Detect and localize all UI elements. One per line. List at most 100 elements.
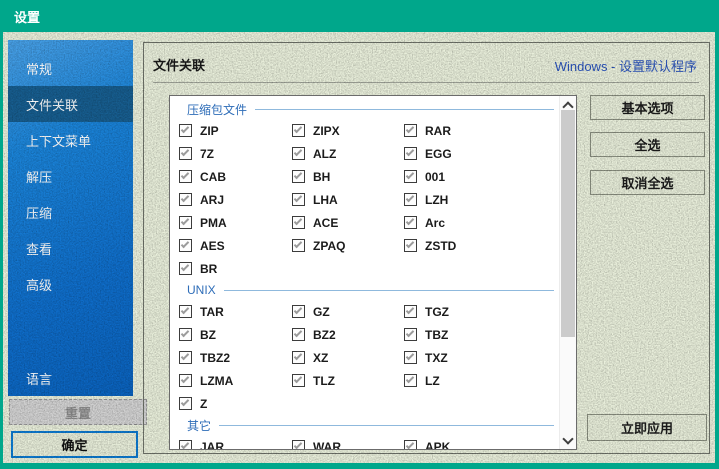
apply-now-button[interactable]: 立即应用 [587,414,707,441]
group-header-archive: 压缩包文件 [170,99,559,119]
sidebar-item-language[interactable]: 语言 [8,360,133,396]
extension-checkbox-bh[interactable]: BH [292,165,404,188]
content-panel: 文件关联 Windows - 设置默认程序 压缩包文件ZIPZIPXRAR7ZA… [143,42,710,454]
extension-label: GZ [313,305,330,319]
select-all-button[interactable]: 全选 [590,132,705,157]
extension-checkbox-tar[interactable]: TAR [179,300,292,323]
extension-checkbox-apk[interactable]: APK [404,435,559,449]
checkbox-checked-icon [292,170,305,183]
sidebar-item-advanced[interactable]: 高级 [8,266,133,302]
checkbox-checked-icon [179,397,192,410]
extension-checkbox-001[interactable]: 001 [404,165,559,188]
deselect-all-button[interactable]: 取消全选 [590,170,705,195]
extension-checkbox-bz2[interactable]: BZ2 [292,323,404,346]
extension-label: EGG [425,147,452,161]
scrollbar-thumb[interactable] [561,110,575,337]
extension-checkbox-arc[interactable]: Arc [404,211,559,234]
checkbox-checked-icon [404,193,417,206]
extension-checkbox-lzma[interactable]: LZMA [179,369,292,392]
extension-checkbox-tlz[interactable]: TLZ [292,369,404,392]
group-label: 压缩包文件 [187,101,247,118]
extension-checkbox-cab[interactable]: CAB [179,165,292,188]
group-grid-archive: ZIP ZIPXRAR 7Z ALZ EGG CAB BH 001 ARJ LHA LZH PMA AC… [170,119,559,280]
basic-options-button[interactable]: 基本选项 [590,95,705,120]
extension-label: BH [313,170,330,184]
ok-button[interactable]: 确定 [11,431,138,458]
extension-label: TBZ [425,328,448,342]
extension-label: PMA [200,216,227,230]
checkbox-checked-icon [179,374,192,387]
extension-checkbox-egg[interactable]: EGG [404,142,559,165]
extension-checkbox-aes[interactable]: AES [179,234,292,257]
checkbox-checked-icon [292,351,305,364]
extension-checkbox-txz[interactable]: TXZ [404,346,559,369]
extension-label: ACE [313,216,338,230]
extension-label: 7Z [200,147,214,161]
extension-checkbox-br[interactable]: BR [179,257,292,280]
extension-checkbox-pma[interactable]: PMA [179,211,292,234]
sidebar-item-context-menu[interactable]: 上下文菜单 [8,122,133,158]
checkbox-checked-icon [179,170,192,183]
extension-label: TGZ [425,305,449,319]
extension-checkbox-zpaq[interactable]: ZPAQ [292,234,404,257]
group-header-unix: UNIX [170,280,559,300]
group-divider [224,290,554,291]
extension-label: LZH [425,193,448,207]
sidebar-item-file-association[interactable]: 文件关联 [8,86,133,122]
checkbox-checked-icon [292,328,305,341]
scroll-down-button[interactable] [560,432,576,449]
extension-label: ALZ [313,147,336,161]
extension-checkbox-7z[interactable]: 7Z [179,142,292,165]
checkbox-checked-icon [404,124,417,137]
sidebar-item-view[interactable]: 查看 [8,230,133,266]
extension-label: ZSTD [425,239,456,253]
checkbox-checked-icon [179,239,192,252]
extension-label: CAB [200,170,226,184]
extension-checkbox-jar[interactable]: JAR [179,435,292,449]
extension-checkbox-lha[interactable]: LHA [292,188,404,211]
extension-label: LZ [425,374,440,388]
extension-checkbox-zipx[interactable]: ZIPX [292,119,404,142]
sidebar-item-general[interactable]: 常规 [8,50,133,86]
extension-checkbox-tgz[interactable]: TGZ [404,300,559,323]
extension-label: TBZ2 [200,351,230,365]
windows-default-programs-link[interactable]: Windows - 设置默认程序 [555,56,697,75]
extension-checkbox-gz[interactable]: GZ [292,300,404,323]
extension-checkbox-lz[interactable]: LZ [404,369,559,392]
extension-checkbox-tbz2[interactable]: TBZ2 [179,346,292,369]
extension-label: Z [200,397,207,411]
extension-checkbox-zstd[interactable]: ZSTD [404,234,559,257]
checkbox-checked-icon [179,124,192,137]
sidebar-item-extract[interactable]: 解压 [8,158,133,194]
extension-label: AES [200,239,225,253]
extension-label: ZPAQ [313,239,345,253]
extension-label: JAR [200,440,224,450]
checkbox-checked-icon [292,193,305,206]
extension-checkbox-z[interactable]: Z [179,392,292,415]
titlebar[interactable]: 设置 [0,0,719,32]
extension-label: BZ [200,328,216,342]
group-label: 其它 [187,417,211,434]
extension-label: ARJ [200,193,224,207]
chevron-down-icon [562,433,573,444]
sidebar-item-compress[interactable]: 压缩 [8,194,133,230]
scrollbar[interactable] [559,96,576,449]
checkbox-checked-icon [404,147,417,160]
extension-checkbox-rar[interactable]: RAR [404,119,559,142]
extension-checkbox-ace[interactable]: ACE [292,211,404,234]
checkbox-checked-icon [179,216,192,229]
extension-checkbox-bz[interactable]: BZ [179,323,292,346]
checkbox-checked-icon [292,374,305,387]
extension-checkbox-xz[interactable]: XZ [292,346,404,369]
checkbox-checked-icon [179,328,192,341]
extension-checkbox-lzh[interactable]: LZH [404,188,559,211]
reset-button[interactable]: 重置 [9,399,147,425]
extension-checkbox-zip[interactable]: ZIP [179,119,292,142]
header-divider [153,82,699,83]
extension-checkbox-alz[interactable]: ALZ [292,142,404,165]
extension-checkbox-war[interactable]: WAR [292,435,404,449]
checkbox-checked-icon [292,239,305,252]
extension-checkbox-tbz[interactable]: TBZ [404,323,559,346]
extension-checkbox-arj[interactable]: ARJ [179,188,292,211]
extension-label: ZIP [200,124,219,138]
